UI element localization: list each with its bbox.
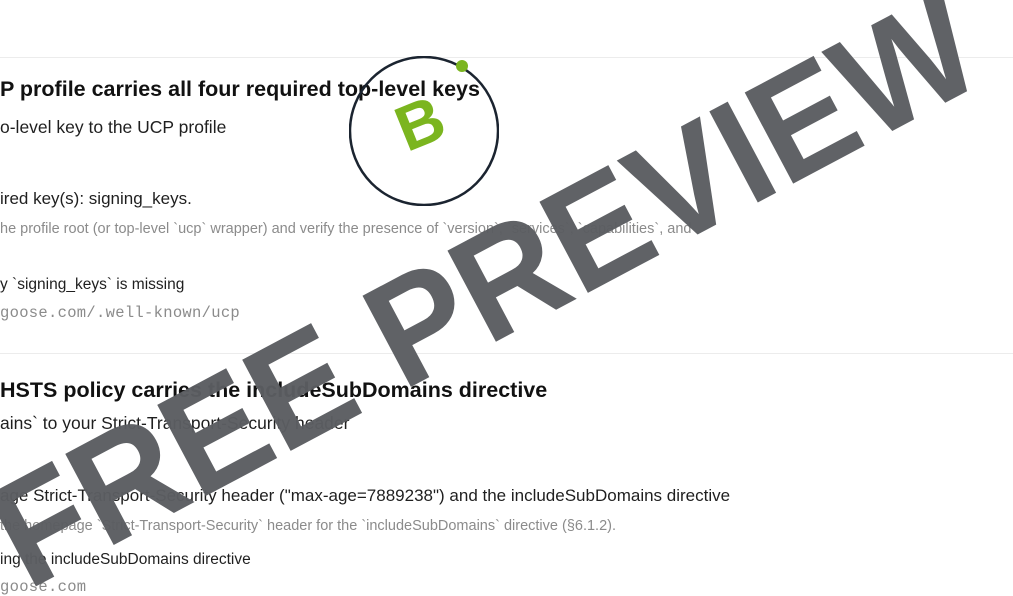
grade-letter: B: [385, 81, 455, 165]
check-method: the homepage `Strict-Transport-Security`…: [0, 518, 616, 534]
badge-dot: [456, 60, 468, 72]
section-divider: [0, 353, 1013, 354]
check-evidence: ing the includeSubDomains directive: [0, 551, 251, 568]
check-url[interactable]: goose.com/.well-known/ucp: [0, 304, 240, 322]
check-url[interactable]: goose.com: [0, 578, 86, 596]
check-action: o-level key to the UCP profile: [0, 117, 227, 137]
grade-badge: B: [349, 56, 499, 206]
section-divider: [0, 57, 1013, 58]
check-evidence: y `signing_keys` is missing: [0, 276, 185, 293]
check-method: he profile root (or top-level `ucp` wrap…: [0, 221, 692, 237]
check-action: ains` to your Strict-Transport-Security …: [0, 413, 350, 433]
check-title: HSTS policy carries the includeSubDomain…: [0, 378, 548, 402]
check-detail: ired key(s): signing_keys.: [0, 189, 192, 208]
check-detail: age Strict-Transport-Security header ("m…: [0, 486, 731, 505]
